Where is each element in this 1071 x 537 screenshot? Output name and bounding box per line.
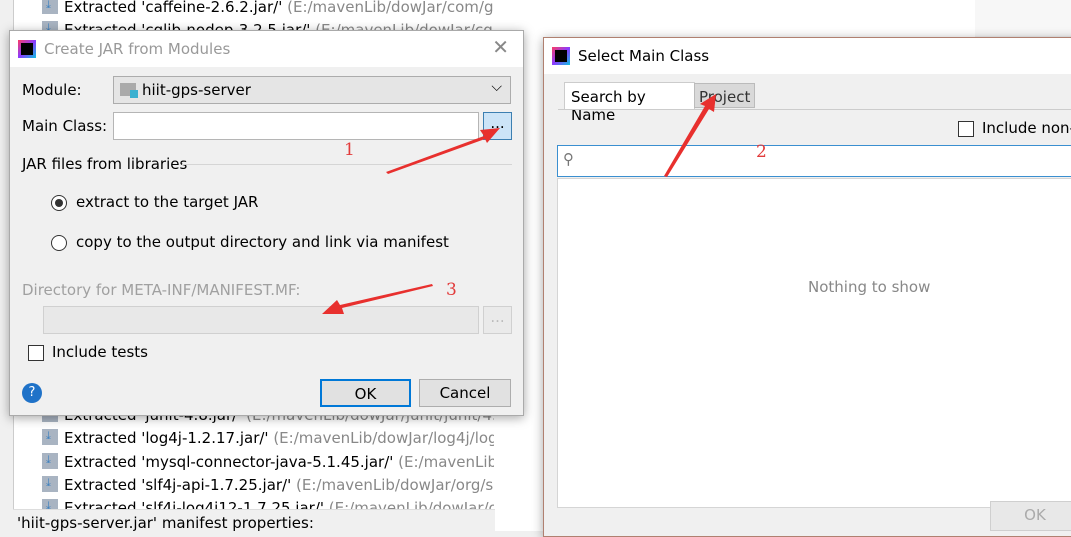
arrow-1 [386, 128, 500, 174]
arrow-2 [664, 94, 716, 177]
annotation-1: 1 [344, 140, 355, 160]
arrow-3 [322, 284, 433, 314]
annotation-arrows [322, 94, 716, 314]
annotation-2: 2 [756, 142, 767, 162]
annotation-3: 3 [446, 280, 457, 300]
